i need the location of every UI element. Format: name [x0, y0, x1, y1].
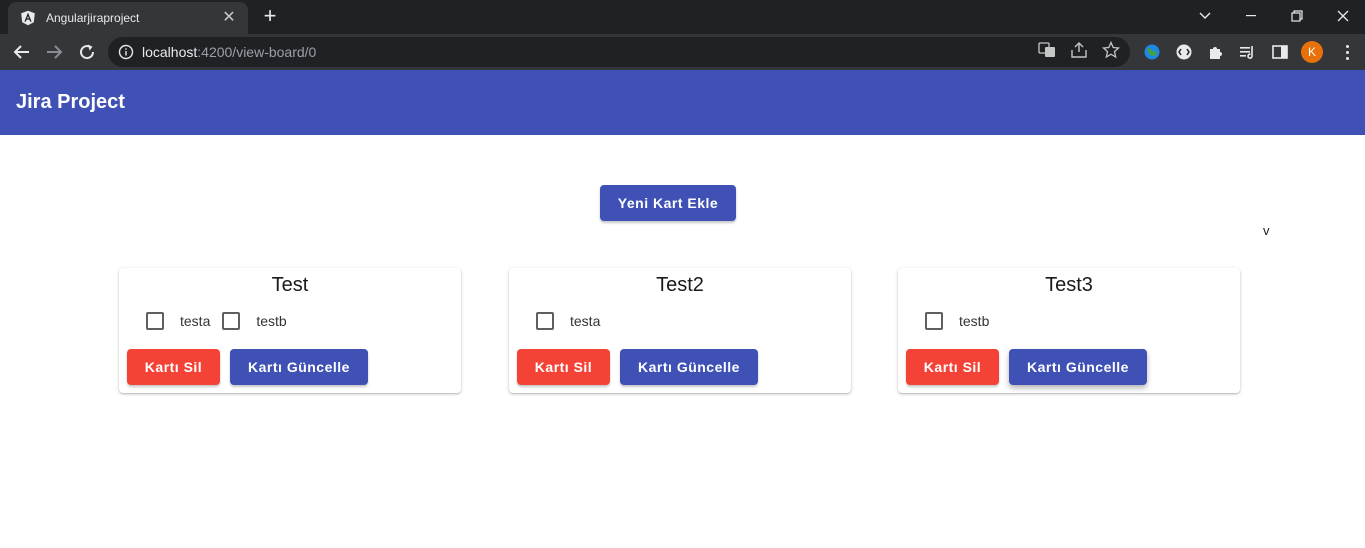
- tab-search-icon[interactable]: [1194, 6, 1216, 26]
- address-bar[interactable]: localhost:4200/view-board/0: [108, 37, 1130, 67]
- checklist-item-label: testa: [180, 313, 211, 329]
- browser-tab[interactable]: Angularjiraproject ✕: [8, 2, 248, 34]
- site-info-icon[interactable]: [118, 44, 134, 60]
- add-card-button[interactable]: Yeni Kart Ekle: [600, 185, 736, 221]
- board-card: Test3 testb Kartı Sil Kartı Güncelle: [898, 268, 1240, 393]
- app-header: Jira Project: [0, 70, 1365, 135]
- card-actions: Kartı Sil Kartı Güncelle: [127, 349, 368, 385]
- checklist-item-label: testa: [570, 313, 601, 329]
- extensions-puzzle-icon[interactable]: [1206, 42, 1226, 62]
- card-checklist: testb: [925, 312, 1001, 330]
- app-title: Jira Project: [16, 91, 125, 113]
- card-title: Test3: [1045, 274, 1093, 296]
- delete-card-button[interactable]: Kartı Sil: [517, 349, 610, 385]
- card-checklist: testa testb: [146, 312, 299, 330]
- url-path: :4200/view-board/0: [197, 44, 317, 60]
- profile-avatar[interactable]: K: [1301, 41, 1323, 63]
- translate-icon[interactable]: [1038, 41, 1056, 59]
- stray-text: v: [1263, 223, 1270, 238]
- reload-icon[interactable]: [75, 40, 99, 64]
- browser-tab-bar: Angularjiraproject ✕ +: [0, 0, 1365, 34]
- close-tab-icon[interactable]: ✕: [220, 10, 238, 26]
- update-card-button[interactable]: Kartı Güncelle: [1009, 349, 1147, 385]
- back-icon[interactable]: [10, 40, 34, 64]
- restore-icon[interactable]: [1286, 6, 1308, 26]
- card-actions: Kartı Sil Kartı Güncelle: [517, 349, 758, 385]
- update-card-button[interactable]: Kartı Güncelle: [620, 349, 758, 385]
- minimize-icon[interactable]: [1240, 6, 1262, 26]
- new-tab-icon[interactable]: +: [258, 5, 282, 29]
- angular-icon: [21, 10, 35, 26]
- checkbox[interactable]: [146, 312, 164, 330]
- checkbox[interactable]: [925, 312, 943, 330]
- card-title: Test2: [656, 274, 704, 296]
- devtools-extension-icon[interactable]: [1174, 42, 1194, 62]
- checkbox[interactable]: [536, 312, 554, 330]
- board-card: Test2 testa Kartı Sil Kartı Güncelle: [509, 268, 851, 393]
- board-card: Test testa testb Kartı Sil Kartı Güncell…: [119, 268, 461, 393]
- delete-card-button[interactable]: Kartı Sil: [906, 349, 999, 385]
- media-queue-icon[interactable]: [1238, 42, 1258, 62]
- checklist-item[interactable]: testb: [925, 312, 989, 330]
- close-window-icon[interactable]: [1332, 6, 1354, 26]
- checkbox[interactable]: [222, 312, 241, 330]
- forward-icon[interactable]: [42, 40, 66, 64]
- tab-title: Angularjiraproject: [46, 11, 140, 25]
- checklist-item[interactable]: testa: [536, 312, 600, 330]
- url-host: localhost: [142, 44, 198, 60]
- delete-card-button[interactable]: Kartı Sil: [127, 349, 220, 385]
- checklist-item-label: testb: [256, 313, 287, 329]
- card-actions: Kartı Sil Kartı Güncelle: [906, 349, 1147, 385]
- side-panel-icon[interactable]: [1270, 42, 1290, 62]
- browser-menu-icon[interactable]: [1337, 42, 1357, 62]
- checklist-item[interactable]: testa: [146, 312, 210, 330]
- bookmark-star-icon[interactable]: [1102, 41, 1120, 59]
- card-title: Test: [271, 274, 309, 296]
- globe-extension-icon[interactable]: [1142, 42, 1162, 62]
- card-checklist: testa: [536, 312, 612, 330]
- update-card-button[interactable]: Kartı Güncelle: [230, 349, 368, 385]
- checklist-item[interactable]: testb: [222, 312, 287, 330]
- browser-toolbar: localhost:4200/view-board/0 K: [0, 34, 1365, 70]
- share-icon[interactable]: [1070, 41, 1088, 59]
- checklist-item-label: testb: [959, 313, 990, 329]
